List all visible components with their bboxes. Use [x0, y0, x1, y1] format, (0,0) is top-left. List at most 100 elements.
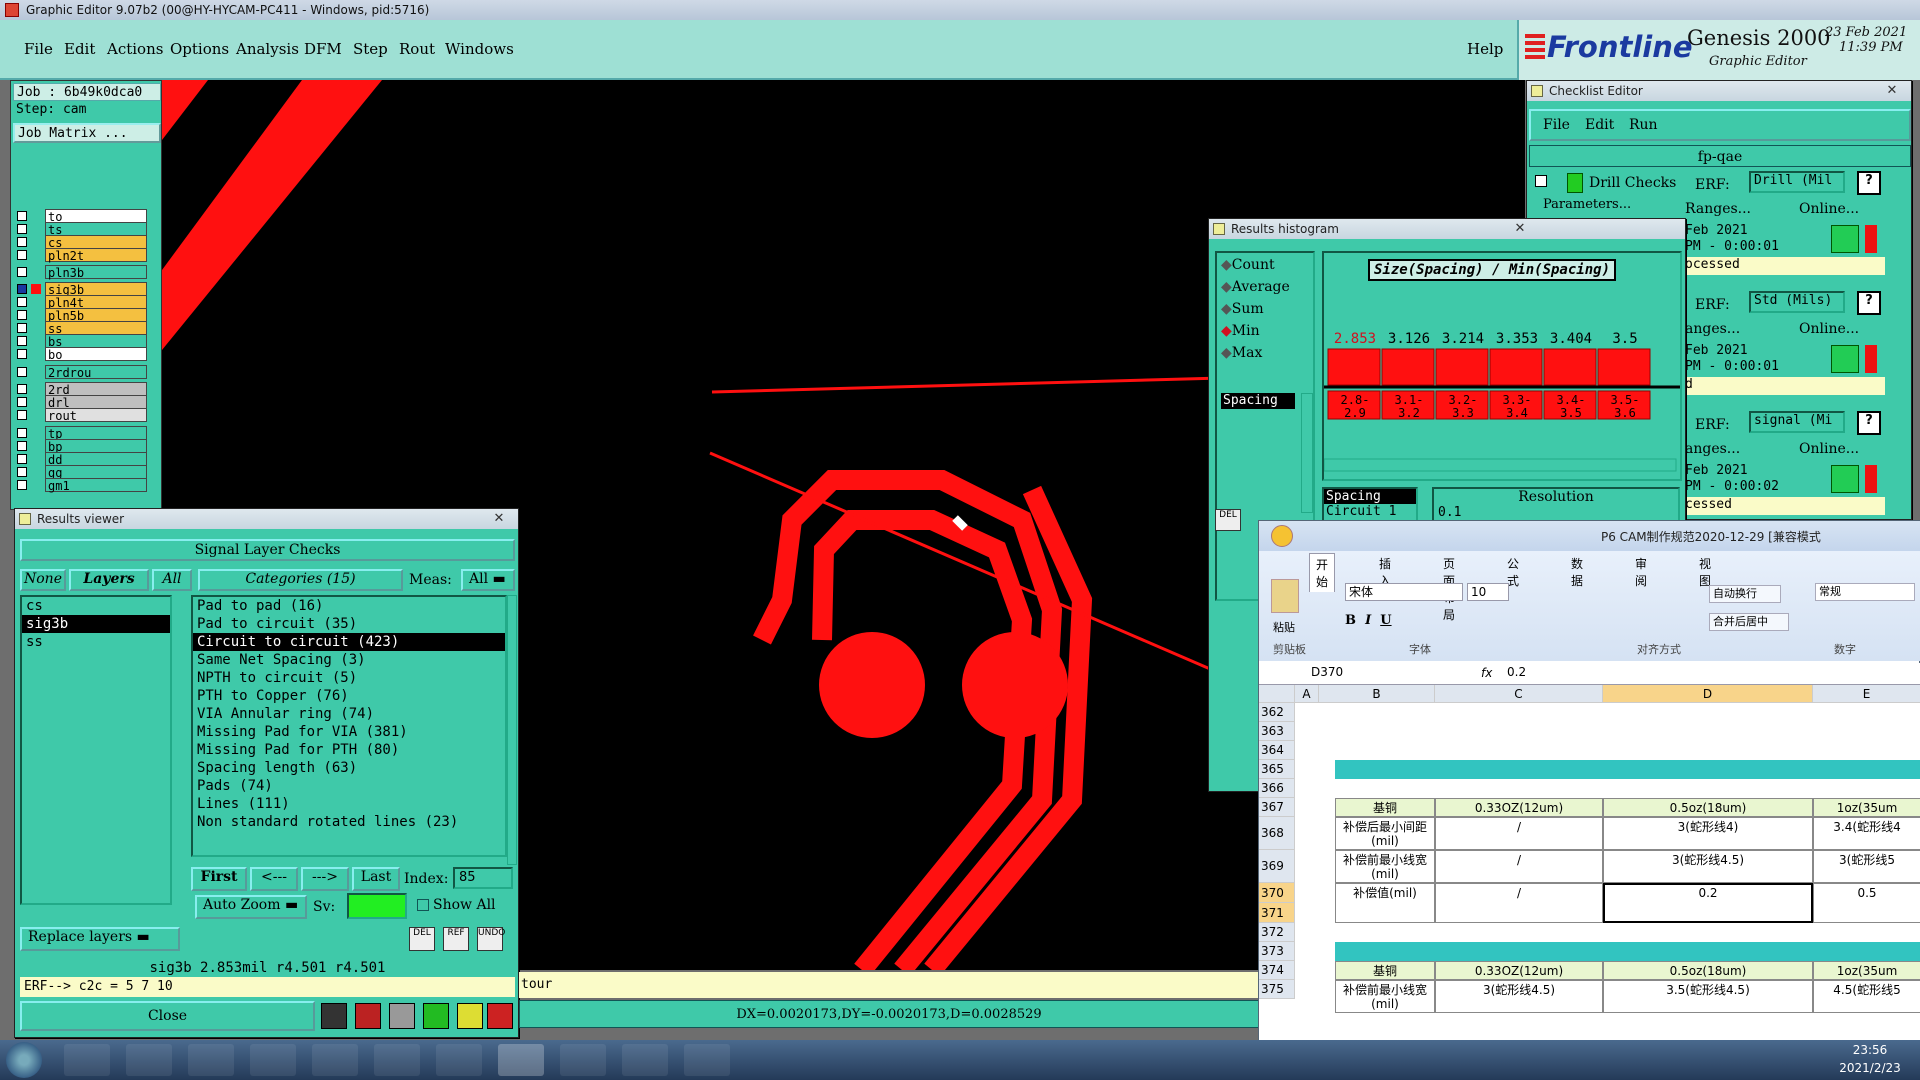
table-cell[interactable]: 0.33OZ(12um) [1435, 961, 1603, 980]
layer-name[interactable]: ts [45, 222, 147, 237]
table-cell[interactable]: / [1435, 817, 1603, 850]
ribbon-tab[interactable]: 审阅 [1629, 553, 1653, 591]
row-header[interactable]: 369 [1259, 850, 1295, 883]
row-header[interactable]: 373 [1259, 942, 1295, 961]
layer-name[interactable]: to [45, 209, 147, 224]
category-item[interactable]: Pad to circuit (35) [193, 615, 505, 633]
spreadsheet-grid[interactable]: A B C D E 362 363 364 365 366 367 368 369 370 371 372 37… [1259, 685, 1920, 1041]
layer-checkbox[interactable] [17, 384, 27, 394]
layer-row[interactable]: pln3b [17, 265, 147, 280]
erf-select[interactable]: Drill (Mil [1749, 171, 1845, 193]
layer-checkbox[interactable] [17, 211, 27, 221]
menu-options[interactable]: Options [170, 40, 229, 58]
taskbar-frontline-icon[interactable] [188, 1044, 234, 1076]
layer-row[interactable]: to [17, 209, 147, 224]
histogram-scrollbar[interactable] [1324, 458, 1677, 472]
radio-diamond-icon[interactable]: ◆ [1221, 345, 1232, 361]
close-button[interactable]: Close [20, 1001, 315, 1031]
taskbar-viewer-icon[interactable] [560, 1044, 606, 1076]
layer-checkbox[interactable] [17, 428, 27, 438]
paste-icon[interactable] [1271, 579, 1299, 613]
histogram-bar[interactable] [1489, 348, 1543, 386]
stop-icon[interactable] [355, 1003, 381, 1029]
show-all-checkbox[interactable] [417, 899, 429, 911]
category-item[interactable]: Missing Pad for PTH (80) [193, 741, 505, 759]
histogram-svg[interactable]: 2.853 2.8-2.9 3.126 3.1-3.2 3.214 3.2-3.3 3.35… [1324, 253, 1680, 479]
layer-row[interactable]: pln2t [17, 248, 147, 263]
layer-row[interactable]: ts [17, 222, 147, 237]
table-cell[interactable]: 0.2 [1603, 883, 1813, 923]
row-header[interactable]: 374 [1259, 961, 1295, 980]
histogram-bar[interactable] [1597, 348, 1651, 386]
menu-rout[interactable]: Rout [399, 40, 435, 58]
online-button[interactable]: Online... [1799, 441, 1859, 457]
online-button[interactable]: Online... [1799, 321, 1859, 337]
ribbon-tab[interactable]: 开始 [1309, 553, 1336, 592]
taskbar-notepad-icon[interactable] [126, 1044, 172, 1076]
mode-option[interactable]: ◆Average [1221, 279, 1290, 297]
merge-center-button[interactable]: 合并后居中 [1709, 613, 1789, 631]
help-icon[interactable]: ? [1857, 171, 1881, 195]
layer-name[interactable]: ss [45, 321, 147, 336]
format-buttons[interactable]: B I U [1345, 613, 1392, 628]
row-header[interactable]: 365 [1259, 760, 1295, 779]
layer-results-list[interactable]: cs sig3b ss [20, 595, 172, 905]
wrap-text-button[interactable]: 自动换行 [1709, 585, 1781, 603]
row-header[interactable]: 364 [1259, 741, 1295, 760]
layer-checkbox[interactable] [17, 397, 27, 407]
cross-icon[interactable] [389, 1003, 415, 1029]
layer-checkbox[interactable] [17, 454, 27, 464]
clock-time[interactable]: 23:56 [1828, 1043, 1912, 1057]
online-button[interactable]: Online... [1799, 201, 1859, 217]
category-item[interactable]: Same Net Spacing (3) [193, 651, 505, 669]
layer-row[interactable]: gg [17, 465, 147, 480]
zoom-icon[interactable] [1831, 345, 1859, 373]
mode-option[interactable]: ◆Count [1221, 257, 1275, 275]
taskbar-excel-icon[interactable] [498, 1044, 544, 1076]
layer-name[interactable]: bp [45, 439, 147, 454]
histogram-list-item[interactable]: Spacing [1324, 489, 1416, 504]
column-header[interactable]: A [1295, 685, 1319, 703]
histogram-bar[interactable] [1327, 348, 1381, 386]
layer-checkbox[interactable] [17, 310, 27, 320]
menu-dfm[interactable]: DFM [304, 40, 342, 58]
layer-row[interactable]: rout [17, 408, 147, 423]
layer-name[interactable]: pln3b [45, 265, 147, 280]
table-cell[interactable]: / [1435, 850, 1603, 883]
close-icon[interactable]: ✕ [484, 510, 514, 527]
table-cell[interactable]: 补偿后最小间距(mil) [1335, 817, 1435, 850]
ref-icon[interactable]: REF [443, 927, 469, 951]
help-icon[interactable]: ? [1857, 291, 1881, 315]
table-cell[interactable]: 3(蛇形线4) [1603, 817, 1813, 850]
zoom-icon[interactable] [1831, 225, 1859, 253]
table-cell[interactable]: 1oz(35um [1813, 961, 1920, 980]
histogram-bar[interactable] [1381, 348, 1435, 386]
ranges-button[interactable]: Ranges... [1685, 201, 1751, 217]
next-button[interactable]: ---> [301, 867, 349, 891]
row-header[interactable]: 362 [1259, 703, 1295, 722]
histogram-icon[interactable] [487, 1003, 513, 1029]
layer-name[interactable]: pln2t [45, 248, 147, 263]
layer-row[interactable]: bo [17, 347, 147, 362]
mode-option[interactable]: ◆Sum [1221, 301, 1264, 319]
layer-row[interactable]: cs [17, 235, 147, 250]
checklist-menu-file[interactable]: File [1543, 117, 1570, 133]
layer-row[interactable]: 2rdrou [17, 365, 147, 380]
index-input[interactable]: 85 [453, 867, 513, 889]
layer-row[interactable]: 2rd [17, 382, 147, 397]
row-header[interactable]: 367 [1259, 798, 1295, 817]
category-item[interactable]: Spacing length (63) [193, 759, 505, 777]
layer-checkbox[interactable] [17, 284, 27, 294]
layer-checkbox[interactable] [17, 323, 27, 333]
menu-file[interactable]: File [24, 40, 53, 58]
table-cell[interactable]: 补偿前最小线宽(mil) [1335, 980, 1435, 1013]
table-cell[interactable]: 补偿前最小线宽(mil) [1335, 850, 1435, 883]
row-header[interactable]: 370 [1259, 883, 1295, 903]
check-name[interactable]: Drill Checks [1589, 175, 1676, 191]
layer-checkbox[interactable] [17, 250, 27, 260]
category-item[interactable]: Circuit to circuit (423) [193, 633, 505, 651]
clock-date[interactable]: 2021/2/23 [1828, 1061, 1912, 1075]
layer-checkbox[interactable] [17, 367, 27, 377]
category-item[interactable]: Lines (111) [193, 795, 505, 813]
table-cell[interactable]: 基铜 [1335, 961, 1435, 980]
